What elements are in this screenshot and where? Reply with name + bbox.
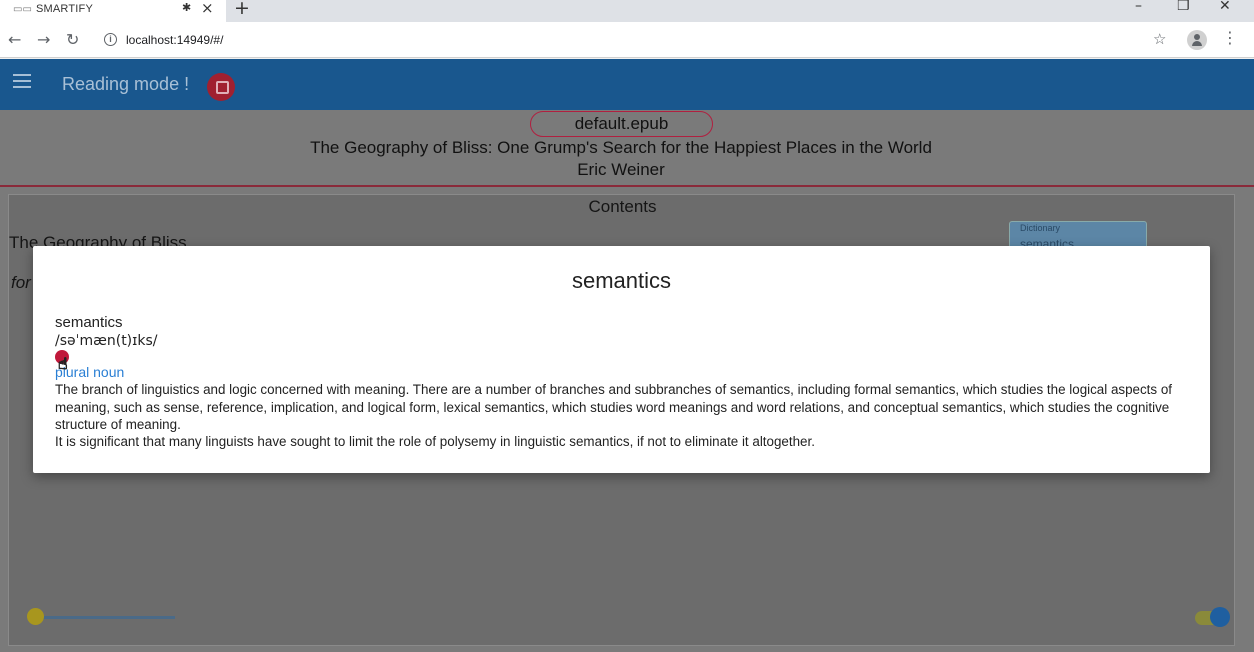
definition-text: The branch of linguistics and logic conc… (55, 382, 1172, 432)
browser-tabstrip: ▭▭ SMARTIFY ✱ × + – ❐ ✕ (0, 0, 1254, 22)
example-sentence: It is significant that many linguists ha… (55, 434, 815, 449)
info-icon[interactable]: i (104, 33, 117, 46)
phonetic: /səˈmæn(t)ɪks/ (55, 333, 158, 349)
restore-button[interactable]: ❐ (1177, 0, 1190, 14)
chapter-text: for (11, 273, 31, 292)
plus-icon[interactable]: + (234, 0, 250, 19)
back-icon[interactable]: ← (8, 30, 21, 49)
tab-title: SMARTIFY (36, 3, 94, 15)
dialog-title: semantics (571, 268, 672, 293)
book-title: The Geography of Bliss: One Grump's Sear… (310, 138, 932, 157)
url-text[interactable]: localhost:14949/#/ (126, 33, 223, 47)
headword: semantics (55, 314, 123, 331)
font-size-slider-thumb[interactable] (27, 608, 44, 625)
dictionary-dialog: semantics semantics /səˈmæn(t)ɪks/ plura… (33, 246, 1210, 473)
profile-icon[interactable] (1187, 30, 1207, 50)
window-close-button[interactable]: ✕ (1219, 0, 1231, 14)
font-size-slider[interactable] (37, 616, 175, 619)
hand-cursor-icon: ☝ (58, 354, 69, 374)
close-icon[interactable]: × (201, 0, 214, 17)
hamburger-menu-icon[interactable] (13, 74, 31, 88)
book-author: Eric Weiner (577, 160, 665, 179)
library-button[interactable] (207, 73, 235, 101)
app-title: Reading mode ! (62, 74, 190, 94)
minimize-button[interactable]: – (1135, 0, 1142, 14)
address-bar[interactable]: i localhost:14949/#/ (96, 27, 1186, 53)
app-header: Reading mode ! (0, 59, 1254, 110)
bookmark-star-icon[interactable]: ☆ (1153, 30, 1166, 48)
book-file-chip[interactable]: default.epub (530, 111, 713, 137)
theme-toggle-thumb[interactable] (1210, 607, 1230, 627)
browser-tab[interactable]: ▭▭ SMARTIFY ✱ × (0, 0, 226, 22)
forward-icon[interactable]: → (37, 30, 50, 49)
contents-heading: Contents (588, 197, 657, 216)
divider (0, 185, 1254, 187)
browser-toolbar: ← → ↻ i localhost:14949/#/ ☆ ⋮ (0, 22, 1254, 58)
reload-icon[interactable]: ↻ (66, 30, 79, 49)
menu-dots-icon[interactable]: ⋮ (1222, 28, 1238, 47)
dictionary-label: Dictionary (1020, 223, 1061, 233)
pin-icon[interactable]: ✱ (182, 1, 191, 14)
book-icon: ▭▭ (13, 4, 32, 15)
